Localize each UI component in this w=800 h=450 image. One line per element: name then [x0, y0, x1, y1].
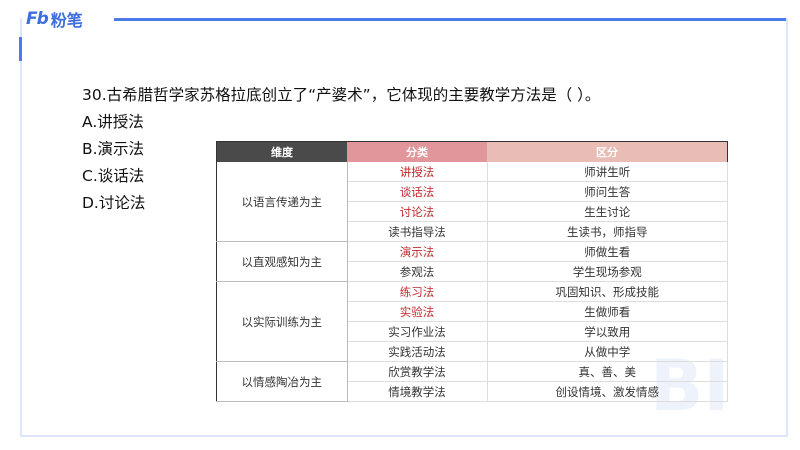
- description-cell: 生生讨论: [487, 201, 728, 222]
- frame-accent: [19, 37, 22, 61]
- method-cell: 实践活动法: [347, 341, 488, 362]
- description-cell: 生读书，师指导: [487, 221, 728, 242]
- dimension-cell: 以情感陶冶为主: [216, 361, 348, 402]
- method-cell: 情境教学法: [347, 381, 488, 402]
- logo-mark: Fb: [26, 9, 49, 29]
- description-cell: 师做生看: [487, 241, 728, 262]
- method-cell: 练习法: [347, 281, 488, 302]
- header-distinction: 区分: [487, 141, 728, 162]
- option-a[interactable]: A.讲授法: [82, 110, 144, 132]
- method-cell: 欣赏教学法: [347, 361, 488, 382]
- dimension-cell: 以实际训练为主: [216, 281, 348, 362]
- method-cell: 实验法: [347, 301, 488, 322]
- description-cell: 创设情境、激发情感: [487, 381, 728, 402]
- dimension-cell: 以直观感知为主: [216, 241, 348, 282]
- teaching-methods-table: 维度 分类 区分 以语言传递为主 讲授法 师讲生听 谈话法 师问生答 讨论法 生生讨论 读书指…: [216, 141, 728, 402]
- method-cell: 讲授法: [347, 162, 488, 182]
- description-cell: 师讲生听: [487, 162, 728, 182]
- table-row: 以语言传递为主 讲授法 师讲生听: [216, 162, 728, 242]
- table-row: 以实际训练为主 练习法 巩固知识、形成技能: [216, 281, 728, 362]
- header-dimension: 维度: [216, 141, 347, 162]
- method-cell: 参观法: [347, 261, 488, 282]
- question-text: 30.古希腊哲学家苏格拉底创立了“产婆术”，它体现的主要教学方法是（ ）。: [82, 86, 601, 104]
- option-d[interactable]: D.讨论法: [82, 191, 145, 213]
- description-cell: 学以致用: [487, 321, 728, 342]
- method-cell: 读书指导法: [347, 221, 488, 242]
- table-row: 以直观感知为主 演示法 师做生看: [216, 241, 728, 282]
- description-cell: 真、善、美: [487, 361, 728, 382]
- description-cell: 从做中学: [487, 341, 728, 362]
- logo-text: 粉笔: [50, 11, 83, 30]
- description-cell: 巩固知识、形成技能: [487, 281, 728, 302]
- option-c[interactable]: C.谈话法: [82, 164, 144, 186]
- description-cell: 学生现场参观: [487, 261, 728, 282]
- header-divider: [114, 18, 786, 21]
- description-cell: 师问生答: [487, 181, 728, 202]
- fenbi-logo: Fb 粉笔: [26, 8, 83, 30]
- header-category: 分类: [347, 141, 487, 162]
- method-cell: 谈话法: [347, 181, 488, 202]
- table-row: 以情感陶冶为主 欣赏教学法 真、善、美: [216, 361, 728, 402]
- dimension-cell: 以语言传递为主: [216, 162, 348, 242]
- option-b[interactable]: B.演示法: [82, 137, 144, 159]
- method-cell: 实习作业法: [347, 321, 488, 342]
- method-cell: 演示法: [347, 241, 488, 262]
- description-cell: 生做师看: [487, 301, 728, 322]
- method-cell: 讨论法: [347, 201, 488, 222]
